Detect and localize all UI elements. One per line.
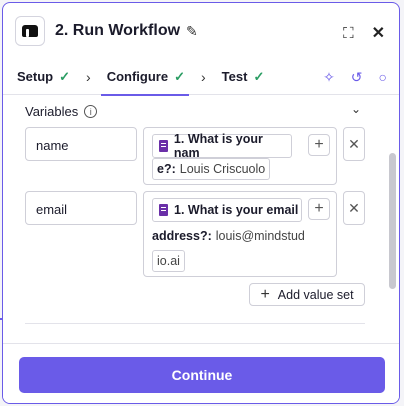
chevron-down-icon[interactable]: ⌄	[351, 102, 361, 116]
question-chip-label: 1. What is your nam	[173, 132, 263, 160]
document-icon	[159, 140, 168, 152]
question-chip[interactable]: 1. What is your email	[152, 198, 302, 222]
step-tabs: Setup ✓ › Configure ✓ › Test ✓ ✧ ↺ ○	[3, 59, 399, 96]
variables-label: Variables	[25, 104, 79, 119]
add-chip-button[interactable]: +	[308, 198, 330, 220]
continue-label: Continue	[171, 367, 233, 383]
check-icon: ✓	[253, 68, 265, 84]
info-icon[interactable]: i	[84, 105, 98, 118]
run-workflow-panel: 2. Run Workflow ✎ ⛶ ✕ Setup ✓ › Configur…	[2, 2, 400, 404]
add-chip-button[interactable]: +	[308, 134, 330, 156]
answer-value: louis@mindstud	[215, 229, 305, 243]
tab-setup[interactable]: Setup ✓	[15, 59, 72, 95]
answer-chip[interactable]: e?: Louis Criscuolo	[152, 158, 271, 180]
variable-name-field[interactable]: email	[25, 191, 137, 225]
panel-footer: Continue	[3, 343, 399, 403]
expand-icon[interactable]: ⛶	[343, 25, 354, 42]
chevron-right-icon: ›	[201, 68, 206, 85]
search-icon[interactable]: ○	[379, 69, 387, 86]
answer-value: Louis Criscuolo	[179, 162, 266, 176]
answer-value-cont: io.ai	[157, 254, 180, 268]
question-chip-label: 1. What is your email	[174, 203, 299, 217]
variable-name-value: email	[36, 202, 68, 217]
sparkle-icon[interactable]: ✧	[323, 69, 335, 86]
tab-configure[interactable]: Configure ✓	[100, 59, 190, 96]
panel-title: 2. Run Workflow	[55, 22, 181, 39]
answer-chip-continued[interactable]: io.ai	[152, 250, 185, 272]
chevron-right-icon: ›	[86, 68, 91, 85]
check-icon: ✓	[174, 68, 185, 84]
plus-icon: +	[260, 285, 270, 303]
continue-button[interactable]: Continue	[19, 357, 385, 393]
variable-value-field[interactable]: 1. What is your nam + e?: Louis Criscuol…	[143, 127, 337, 185]
pencil-icon[interactable]: ✎	[186, 23, 198, 40]
answer-chip[interactable]: address?: louis@mindstud	[152, 225, 305, 247]
scrollbar[interactable]	[389, 153, 396, 289]
answer-key: e?:	[157, 162, 176, 176]
configure-content: Variables i ⌄ name 1. What is your nam +…	[3, 96, 399, 342]
question-chip[interactable]: 1. What is your nam	[152, 132, 292, 160]
tab-setup-label: Setup	[17, 69, 54, 84]
add-value-set-label: Add value set	[277, 287, 354, 302]
app-logo	[15, 16, 45, 46]
tab-configure-label: Configure	[106, 69, 169, 84]
answer-key: address?:	[152, 229, 212, 243]
close-icon[interactable]: ✕	[372, 23, 385, 43]
remove-row-button[interactable]: ✕	[343, 127, 365, 161]
section-divider	[25, 323, 365, 324]
check-icon: ✓	[59, 68, 71, 84]
panel-header: 2. Run Workflow ✎ ⛶ ✕	[3, 3, 399, 59]
tab-test-label: Test	[221, 69, 248, 84]
variable-name-value: name	[36, 138, 69, 153]
variable-name-field[interactable]: name	[25, 127, 137, 161]
tab-test[interactable]: Test ✓	[220, 59, 267, 95]
variable-value-field[interactable]: 1. What is your email + address?: louis@…	[143, 191, 337, 277]
mindstudio-logo-icon	[22, 25, 38, 37]
remove-row-button[interactable]: ✕	[343, 191, 365, 225]
document-icon	[159, 204, 168, 216]
undo-icon[interactable]: ↺	[351, 69, 363, 86]
add-value-set-button[interactable]: + Add value set	[249, 283, 365, 306]
variables-header: Variables i	[25, 104, 98, 119]
